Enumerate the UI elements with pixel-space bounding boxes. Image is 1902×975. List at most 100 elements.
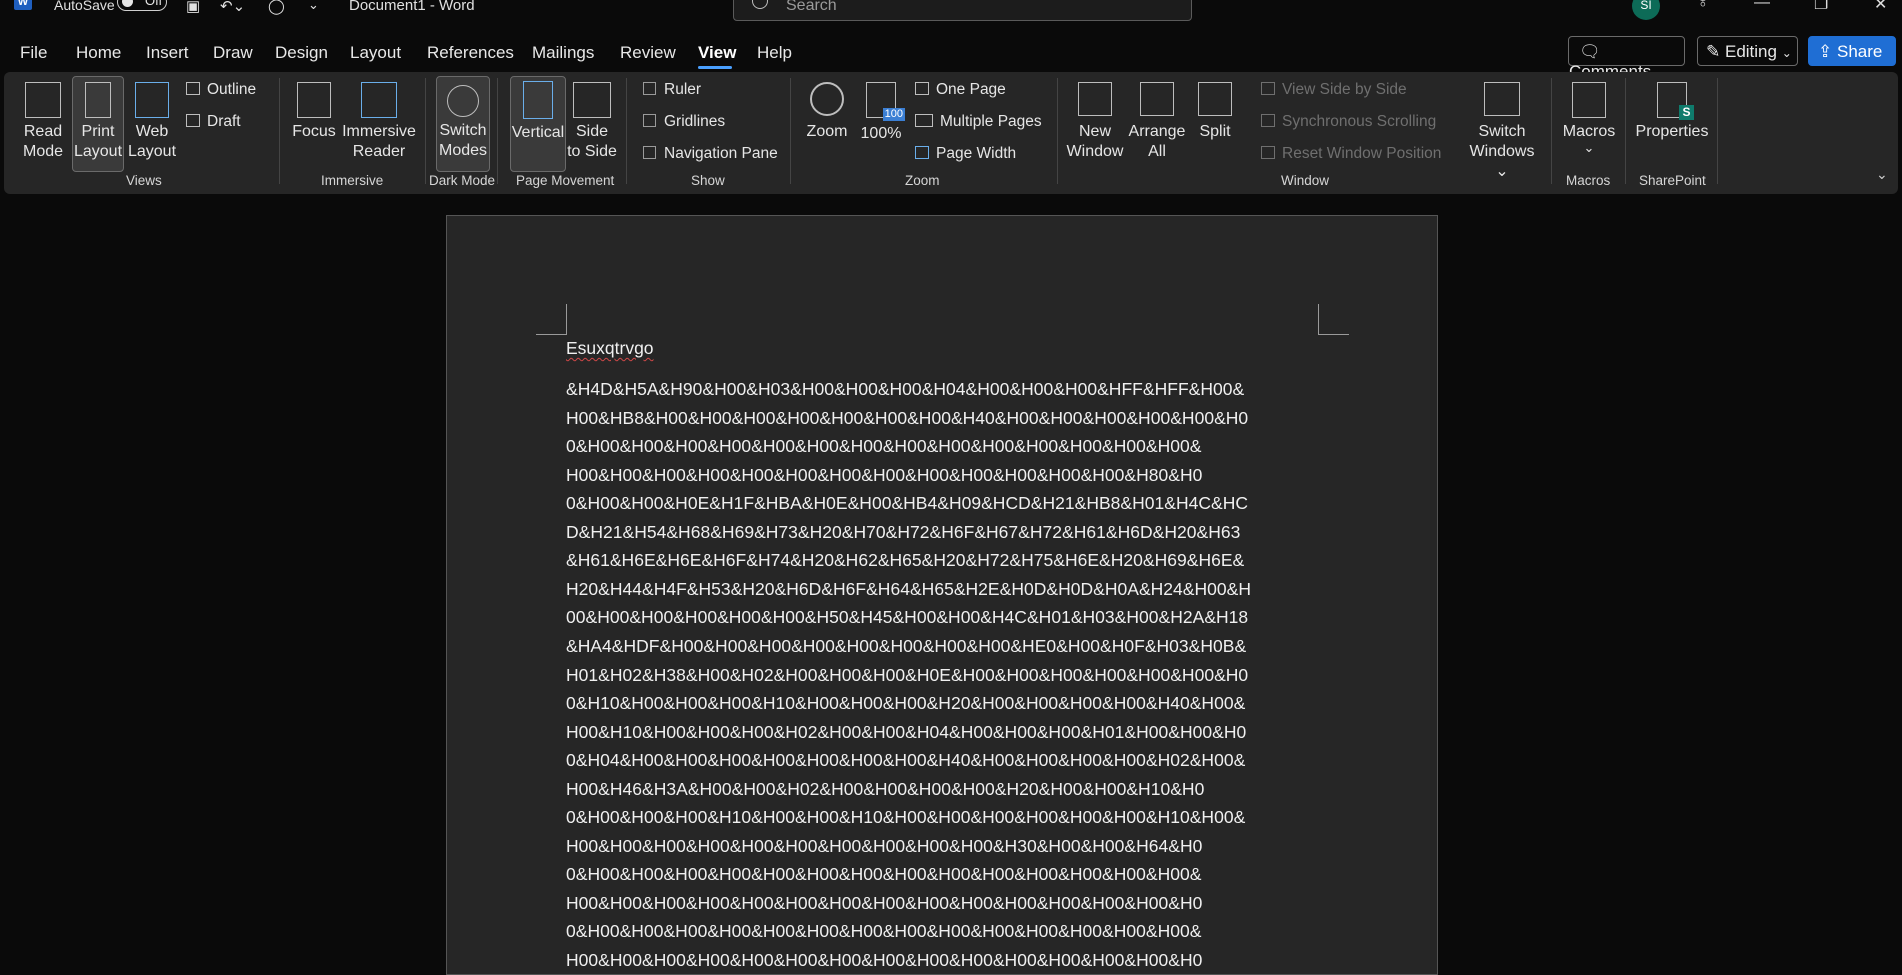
draft-icon [186, 114, 200, 127]
menu-insert[interactable]: Insert [146, 43, 189, 63]
menu-file[interactable]: File [20, 43, 47, 63]
vertical-button[interactable]: Vertical [510, 76, 566, 172]
pencil-icon: ✎ [1706, 42, 1721, 61]
view-side-by-side-label: View Side by Side [1282, 81, 1407, 98]
web-layout-icon [135, 82, 169, 118]
gridlines-checkbox[interactable]: Gridlines [643, 113, 725, 131]
avatar[interactable]: SI [1632, 0, 1660, 20]
document-line: H00&H00&H00&H00&H00&H00&H00&H00&H00&H00&… [566, 835, 1203, 856]
one-page-button[interactable]: One Page [915, 81, 1006, 99]
collapse-ribbon-icon[interactable]: ⌄ [1876, 166, 1888, 183]
side-to-side-label-2: to Side [567, 143, 617, 160]
switch-modes-button[interactable]: Switch Modes [436, 76, 490, 172]
document-line: H00&HB8&H00&H00&H00&H00&H00&H00&H00&H40&… [566, 407, 1249, 428]
print-layout-label-2: Layout [73, 143, 123, 160]
menu-draw[interactable]: Draw [213, 43, 253, 63]
multiple-pages-button[interactable]: Multiple Pages [915, 113, 1042, 131]
macros-label: Macros [1562, 123, 1616, 140]
document-line: H00&H10&H00&H00&H00&H02&H00&H00&H04&H00&… [566, 721, 1247, 742]
document-line: 0&H00&H00&H00&H00&H00&H00&H00&H00&H00&H0… [566, 436, 1202, 457]
multiple-pages-icon [915, 114, 933, 127]
group-label-macros: Macros [1566, 173, 1611, 188]
side-to-side-label-1: Side [575, 123, 609, 140]
comments-button[interactable]: 🗨 Comments [1568, 36, 1685, 81]
share-button[interactable]: ⇪ Share ⌄ [1808, 36, 1896, 80]
page-width-icon [915, 146, 929, 159]
editing-button[interactable]: ✎ Editing ⌄ [1697, 36, 1798, 66]
macros-icon [1572, 82, 1606, 118]
chevron-down-icon: ⌄ [1583, 140, 1595, 155]
arrange-all-button[interactable]: Arrange All [1127, 78, 1187, 166]
restore-icon[interactable]: ❐ [1814, 0, 1828, 14]
synchronous-scrolling-label: Synchronous Scrolling [1282, 113, 1437, 130]
synchronous-scrolling-button[interactable]: Synchronous Scrolling [1261, 113, 1436, 131]
menu-mailings[interactable]: Mailings [532, 43, 594, 63]
group-separator [425, 78, 426, 184]
read-mode-button[interactable]: Read Mode [16, 78, 70, 166]
menu-layout[interactable]: Layout [350, 43, 401, 63]
web-layout-label-1: Web [135, 123, 169, 140]
undo-icon[interactable]: ↶⌄ [220, 0, 245, 15]
search-icon [752, 0, 768, 9]
view-side-by-side-button[interactable]: View Side by Side [1261, 81, 1407, 99]
sun-icon [447, 85, 479, 117]
autosave-toggle[interactable]: Off [117, 0, 167, 11]
draft-button[interactable]: Draft [186, 113, 241, 131]
menu-design[interactable]: Design [275, 43, 328, 63]
ruler-checkbox[interactable]: Ruler [643, 81, 701, 99]
properties-icon: S [1657, 82, 1694, 120]
document-line: &H61&H6E&H6E&H6F&H74&H20&H62&H65&H20&H72… [566, 550, 1245, 571]
properties-button[interactable]: S Properties [1634, 78, 1710, 166]
read-mode-label-1: Read [23, 123, 63, 140]
gridlines-label: Gridlines [664, 113, 726, 130]
reset-window-position-button[interactable]: Reset Window Position [1261, 145, 1441, 163]
comment-icon: 🗨 [1579, 42, 1601, 61]
redo-icon[interactable]: ◯ [268, 0, 285, 15]
split-button[interactable]: Split [1192, 78, 1238, 166]
immersive-reader-label-1: Immersive [342, 123, 416, 140]
navigation-pane-checkbox[interactable]: Navigation Pane [643, 145, 778, 163]
toggle-knob [122, 0, 133, 7]
lightbulb-icon[interactable]: ♁ [1697, 0, 1709, 12]
focus-button[interactable]: Focus [290, 78, 338, 166]
search-box[interactable]: Search [733, 0, 1192, 21]
menu-help[interactable]: Help [757, 43, 792, 63]
outline-button[interactable]: Outline [186, 81, 256, 99]
group-label-show: Show [691, 173, 725, 188]
print-layout-button[interactable]: Print Layout [72, 76, 124, 172]
menu-home[interactable]: Home [76, 43, 121, 63]
one-page-icon [915, 82, 929, 95]
group-separator [1551, 78, 1552, 184]
focus-icon [297, 82, 331, 118]
immersive-reader-button[interactable]: Immersive Reader [342, 78, 416, 166]
switch-windows-button[interactable]: Switch Windows ⌄ [1462, 78, 1542, 180]
arrange-all-icon [1140, 82, 1174, 116]
macros-button[interactable]: Macros ⌄ [1560, 78, 1618, 166]
page-width-button[interactable]: Page Width [915, 145, 1016, 163]
minimize-icon[interactable]: — [1754, 0, 1770, 12]
arrange-all-label-2: All [1148, 143, 1166, 160]
zoom-button[interactable]: Zoom [802, 78, 852, 166]
document-line: 0&H10&H00&H00&H00&H10&H00&H00&H00&H20&H0… [566, 693, 1246, 714]
document-line: 0&H00&H00&H00&H00&H00&H00&H00&H00&H00&H0… [566, 921, 1202, 942]
document-line: H20&H44&H4F&H53&H20&H6D&H6F&H64&H65&H2E&… [566, 578, 1252, 599]
document-heading: Esuxqtrvgo [566, 338, 654, 358]
ruler-label: Ruler [664, 81, 702, 98]
new-window-button[interactable]: New Window [1066, 78, 1124, 166]
save-icon[interactable]: ▣ [186, 0, 200, 15]
menu-view[interactable]: View [698, 43, 736, 63]
web-layout-button[interactable]: Web Layout [126, 78, 178, 166]
menu-references[interactable]: References [427, 43, 514, 63]
side-to-side-button[interactable]: Side to Side [566, 78, 618, 166]
page-width-label: Page Width [936, 145, 1017, 162]
menu-review[interactable]: Review [620, 43, 676, 63]
document-line: &HA4&HDF&H00&H00&H00&H00&H00&H00&H00&H00… [566, 635, 1247, 656]
split-icon [1198, 82, 1232, 116]
active-tab-indicator [698, 66, 732, 69]
new-window-icon [1078, 82, 1112, 116]
zoom-100-button[interactable]: 100 100% [858, 78, 905, 166]
switch-modes-label-1: Switch [439, 122, 487, 139]
document-line: 0&H04&H00&H00&H00&H00&H00&H00&H00&H40&H0… [566, 750, 1246, 771]
close-icon[interactable]: ✕ [1874, 0, 1887, 14]
customize-toolbar-icon[interactable]: ⌄ [308, 0, 319, 13]
